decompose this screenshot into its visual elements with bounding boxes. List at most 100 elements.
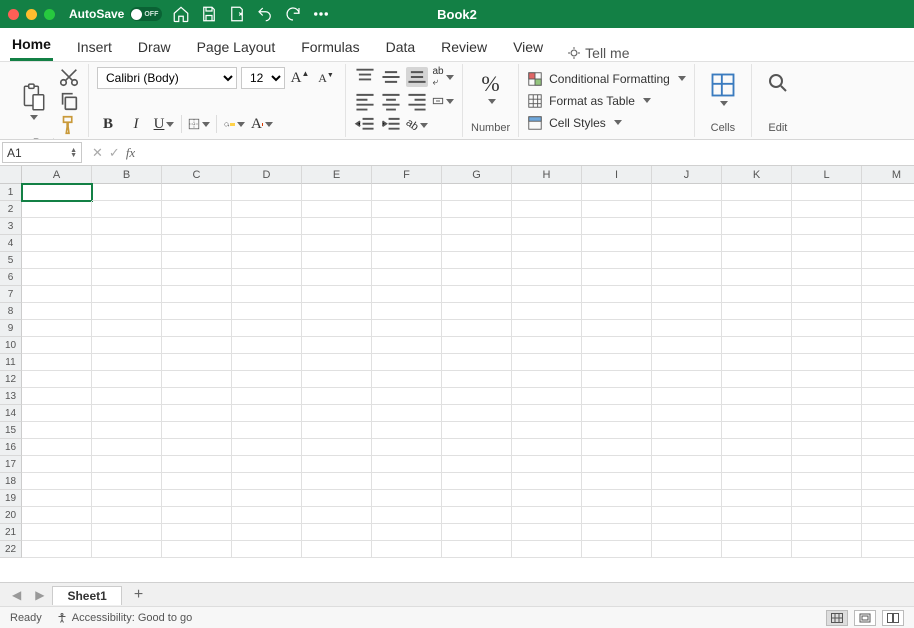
cell[interactable] [512, 218, 582, 235]
cell[interactable] [302, 439, 372, 456]
wrap-text-button[interactable]: ab⤶ [432, 67, 454, 87]
cell[interactable] [652, 235, 722, 252]
cell[interactable] [302, 184, 372, 201]
cell[interactable] [22, 354, 92, 371]
undo-icon[interactable] [256, 5, 274, 23]
cell[interactable] [722, 252, 792, 269]
cell[interactable] [162, 269, 232, 286]
cell[interactable] [22, 286, 92, 303]
align-right-icon[interactable] [406, 91, 428, 111]
cell[interactable] [652, 456, 722, 473]
cell[interactable] [302, 201, 372, 218]
row-header[interactable]: 13 [0, 388, 22, 405]
cell[interactable] [372, 303, 442, 320]
cell[interactable] [232, 507, 302, 524]
cell[interactable] [862, 473, 914, 490]
orientation-button[interactable]: ab [406, 115, 428, 135]
cell[interactable] [442, 371, 512, 388]
cell[interactable] [92, 303, 162, 320]
row-header[interactable]: 4 [0, 235, 22, 252]
cell[interactable] [652, 218, 722, 235]
col-header[interactable]: I [582, 166, 652, 184]
cell[interactable] [302, 388, 372, 405]
row-header[interactable]: 12 [0, 371, 22, 388]
cell[interactable] [302, 303, 372, 320]
cell[interactable] [372, 286, 442, 303]
cell[interactable] [302, 507, 372, 524]
cell[interactable] [722, 337, 792, 354]
align-middle-icon[interactable] [380, 67, 402, 87]
cell[interactable] [442, 439, 512, 456]
cell[interactable] [652, 286, 722, 303]
row-header[interactable]: 20 [0, 507, 22, 524]
cell[interactable] [442, 235, 512, 252]
cell[interactable] [92, 541, 162, 558]
cell[interactable] [792, 507, 862, 524]
cell[interactable] [582, 235, 652, 252]
cell[interactable] [232, 269, 302, 286]
view-page-break-icon[interactable] [882, 610, 904, 626]
find-button[interactable] [760, 67, 796, 99]
cell[interactable] [232, 184, 302, 201]
row-header[interactable]: 1 [0, 184, 22, 201]
home-icon[interactable] [172, 5, 190, 23]
window-minimize[interactable] [26, 9, 37, 20]
cell[interactable] [232, 388, 302, 405]
cell[interactable] [582, 456, 652, 473]
cell[interactable] [162, 252, 232, 269]
save-as-icon[interactable] [228, 5, 246, 23]
cell[interactable] [162, 354, 232, 371]
cell[interactable] [862, 439, 914, 456]
sheet-nav-prev[interactable]: ◀ [6, 588, 27, 602]
cell[interactable] [792, 201, 862, 218]
conditional-formatting-button[interactable]: Conditional Formatting [527, 70, 686, 88]
save-icon[interactable] [200, 5, 218, 23]
cell[interactable] [582, 524, 652, 541]
cell[interactable] [862, 218, 914, 235]
tab-insert[interactable]: Insert [75, 33, 114, 61]
cell[interactable] [92, 354, 162, 371]
sheet-tab-active[interactable]: Sheet1 [52, 586, 121, 605]
cell[interactable] [162, 388, 232, 405]
cells-button[interactable] [703, 67, 743, 110]
cell[interactable] [512, 524, 582, 541]
cell[interactable] [512, 303, 582, 320]
cell[interactable] [862, 422, 914, 439]
cell[interactable] [302, 252, 372, 269]
cell[interactable] [22, 388, 92, 405]
cell[interactable] [862, 184, 914, 201]
cell[interactable] [372, 337, 442, 354]
cell[interactable] [582, 507, 652, 524]
cell[interactable] [442, 269, 512, 286]
cell[interactable] [722, 422, 792, 439]
fx-icon[interactable]: fx [126, 145, 135, 161]
cell[interactable] [232, 303, 302, 320]
cell[interactable] [512, 388, 582, 405]
row-header[interactable]: 16 [0, 439, 22, 456]
cell[interactable] [22, 303, 92, 320]
cell[interactable] [862, 405, 914, 422]
cell[interactable] [792, 490, 862, 507]
cell[interactable] [582, 354, 652, 371]
cell[interactable] [92, 286, 162, 303]
cell[interactable] [652, 371, 722, 388]
cell[interactable] [722, 218, 792, 235]
tab-formulas[interactable]: Formulas [299, 33, 361, 61]
cell[interactable] [512, 405, 582, 422]
redo-icon[interactable] [284, 5, 302, 23]
cell[interactable] [442, 201, 512, 218]
cell[interactable] [232, 252, 302, 269]
merge-button[interactable] [432, 91, 454, 111]
cell[interactable] [512, 235, 582, 252]
cell[interactable] [652, 490, 722, 507]
cell[interactable] [792, 354, 862, 371]
add-sheet-button[interactable]: + [124, 586, 153, 604]
cell[interactable] [92, 201, 162, 218]
cell[interactable] [92, 456, 162, 473]
cell[interactable] [92, 235, 162, 252]
cell[interactable] [232, 422, 302, 439]
grow-font-icon[interactable]: A▲ [289, 68, 311, 88]
cell[interactable] [722, 456, 792, 473]
row-header[interactable]: 14 [0, 405, 22, 422]
cell[interactable] [792, 303, 862, 320]
